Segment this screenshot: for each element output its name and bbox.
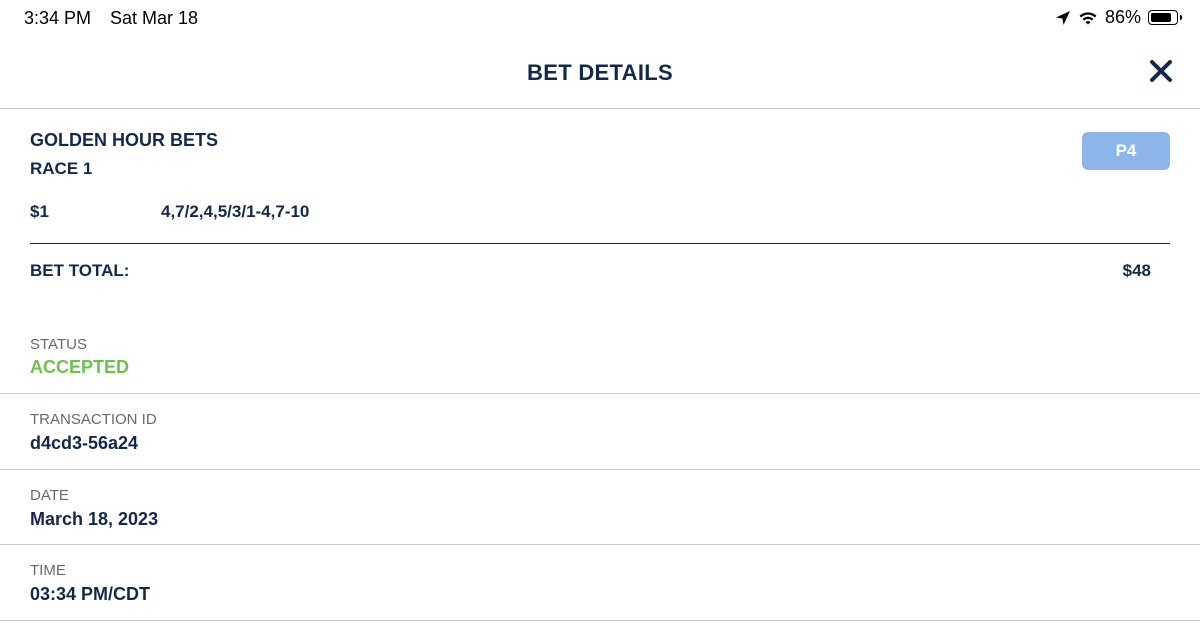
battery-level-fill (1151, 13, 1171, 22)
bet-total-value: $48 (1122, 261, 1151, 280)
status-indicators: 86% (1055, 7, 1182, 28)
battery-percent: 86% (1104, 7, 1141, 27)
time-value: 03:34 PM/CDT (30, 584, 151, 604)
date-row: DATE March 18, 2023 (0, 470, 1200, 545)
bet-selections: 4,7/2,4,5/3/1-4,7-10 (161, 202, 310, 221)
bet-amount: $1 (30, 202, 49, 221)
time-label: TIME (30, 562, 66, 579)
status-row: STATUS ACCEPTED (0, 300, 1200, 394)
race-name: RACE 1 (30, 159, 93, 178)
date-value: March 18, 2023 (30, 509, 159, 529)
status-date: Sat Mar 18 (110, 8, 199, 28)
battery-cap (1180, 15, 1182, 20)
transaction-row: TRANSACTION ID d4cd3-56a24 (0, 394, 1200, 470)
close-icon (1150, 60, 1172, 82)
track-name: GOLDEN HOUR BETS (30, 130, 219, 150)
wifi-icon (1078, 10, 1098, 26)
time-row: TIME 03:34 PM/CDT (0, 545, 1200, 621)
bet-type-badge: P4 (1082, 132, 1170, 170)
date-label: DATE (30, 487, 69, 504)
status-value: ACCEPTED (30, 357, 130, 377)
header: BET DETAILS (0, 36, 1200, 109)
battery-icon (1148, 10, 1182, 25)
location-arrow-icon (1055, 10, 1071, 26)
bet-total-label: BET TOTAL: (30, 261, 130, 280)
divider (30, 243, 1170, 244)
close-button[interactable] (1148, 58, 1174, 84)
page-title: BET DETAILS (527, 60, 673, 85)
status-label: STATUS (30, 336, 87, 353)
transaction-label: TRANSACTION ID (30, 411, 157, 428)
status-bar: 3:34 PM Sat Mar 18 86% (0, 0, 1200, 36)
status-time: 3:34 PM (24, 8, 92, 28)
transaction-value: d4cd3-56a24 (30, 433, 139, 453)
